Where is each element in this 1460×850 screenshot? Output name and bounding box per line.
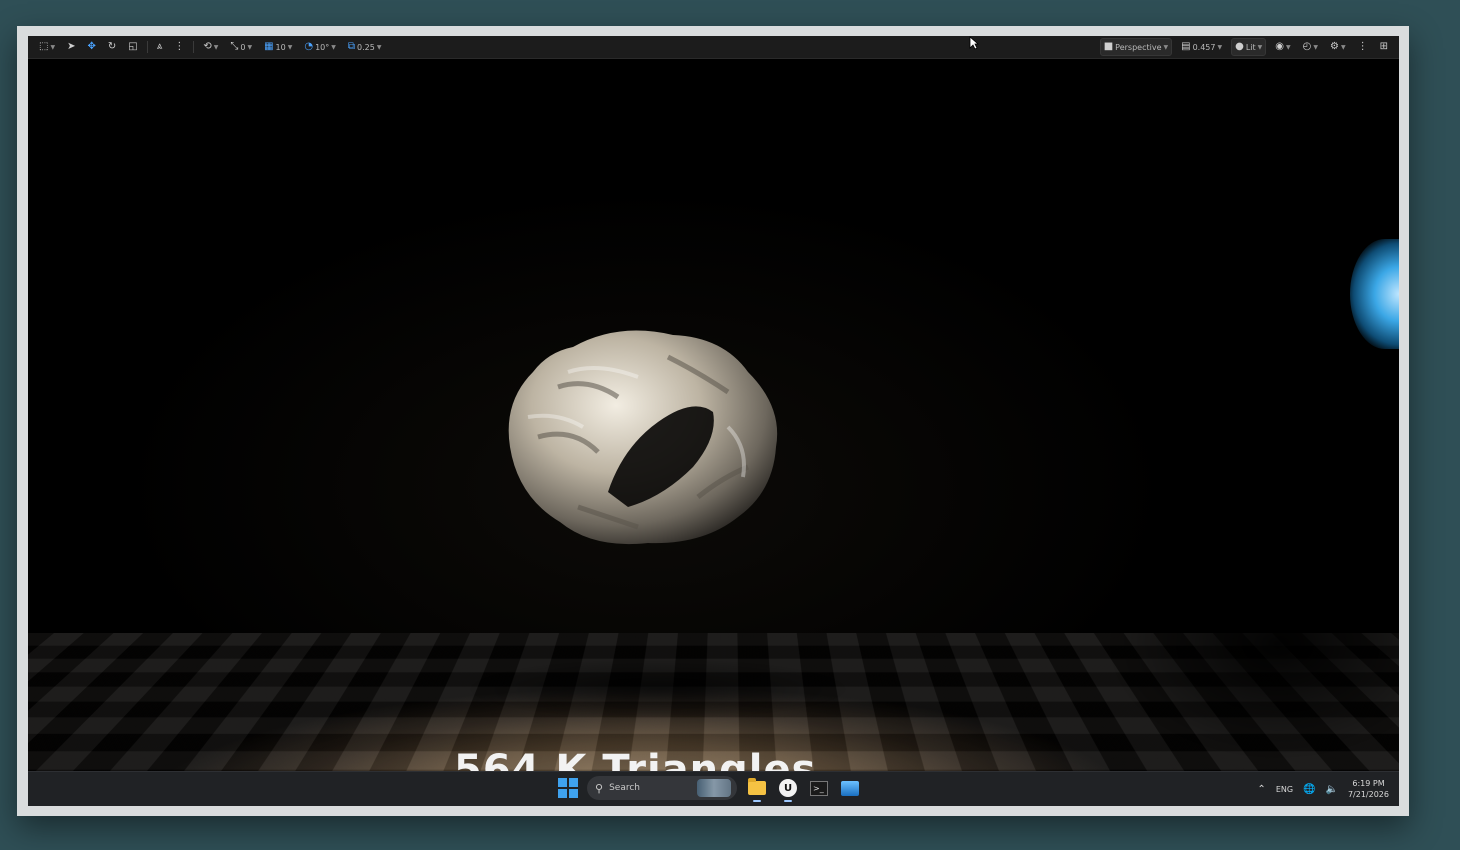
chevron-down-icon: ▼ xyxy=(50,44,55,51)
terminal-icon: >_ xyxy=(810,781,828,796)
search-highlight-image xyxy=(697,779,731,797)
scale-tool-button[interactable]: ◱ xyxy=(125,39,140,55)
cloth-torus-mesh xyxy=(498,317,788,552)
triangle-count-caption: 564 K Triangles xyxy=(454,747,816,772)
lighting-mode-dropdown[interactable]: ● Lit ▼ xyxy=(1231,38,1266,56)
photos-icon xyxy=(841,781,859,796)
rotate-snap-value: 10° xyxy=(315,43,329,52)
cursor-select-icon: ⬚ xyxy=(39,42,48,52)
file-explorer-app[interactable] xyxy=(746,777,768,799)
search-icon: ⚲ xyxy=(595,782,603,795)
layout-grid-icon: ⊞ xyxy=(1380,42,1388,52)
divider xyxy=(147,41,148,53)
clock-date: 7/21/2026 xyxy=(1348,789,1389,800)
chevron-down-icon: ▼ xyxy=(1313,44,1318,51)
snap-translate-button[interactable]: ⤡ 0 ▼ xyxy=(227,39,255,55)
chevron-up-icon[interactable]: ⌃ xyxy=(1257,784,1265,795)
search-placeholder: Search xyxy=(609,783,640,793)
kebab-menu-icon: ⋮ xyxy=(174,42,184,52)
folder-icon xyxy=(748,781,766,795)
scale-snap-icon: ⧉ xyxy=(348,42,355,52)
lit-sphere-icon: ● xyxy=(1235,42,1244,52)
offscreen-object-shadow xyxy=(1108,529,1399,759)
chevron-down-icon: ▼ xyxy=(1341,44,1346,51)
coordinate-system-button[interactable]: ⟲ ▼ xyxy=(200,39,221,55)
layout-button[interactable]: ⊞ xyxy=(1377,39,1391,55)
move-icon: ✥ xyxy=(87,42,95,52)
terminal-app[interactable]: >_ xyxy=(808,777,830,799)
3d-viewport[interactable]: 564 K Triangles xyxy=(28,59,1399,772)
settings-dropdown[interactable]: ⚙ ▼ xyxy=(1327,39,1349,55)
eye-icon: ◉ xyxy=(1275,42,1284,52)
camera-speed-icon: ▤ xyxy=(1181,42,1190,52)
mouse-cursor-icon xyxy=(969,36,979,50)
volume-icon[interactable]: 🔈 xyxy=(1326,784,1338,795)
camera-speed-value: 0.457 xyxy=(1193,43,1216,52)
object-shadow xyxy=(468,659,848,719)
presentation-frame: ⬚ ▼ ➤ ✥ ↻ ◱ ⩓ ⋮ ⟲ ▼ ⤡ 0 ▼ ▦ 10 ▼ ◔ 10° ▼… xyxy=(17,26,1409,816)
screen: ⬚ ▼ ➤ ✥ ↻ ◱ ⩓ ⋮ ⟲ ▼ ⤡ 0 ▼ ▦ 10 ▼ ◔ 10° ▼… xyxy=(28,36,1399,806)
snap-icon: ⤡ xyxy=(230,42,238,52)
divider xyxy=(193,41,194,53)
unreal-engine-icon: U xyxy=(779,779,797,797)
chevron-down-icon: ▼ xyxy=(288,44,293,51)
chevron-down-icon: ▼ xyxy=(1258,44,1263,51)
grid-snap-button[interactable]: ▦ 10 ▼ xyxy=(261,39,295,55)
performance-dropdown[interactable]: ◴ ▼ xyxy=(1300,39,1321,55)
rotate-snap-icon: ◔ xyxy=(304,42,313,52)
chevron-down-icon: ▼ xyxy=(1286,44,1291,51)
grid-size-value: 10 xyxy=(276,43,286,52)
chevron-down-icon: ▼ xyxy=(377,44,382,51)
grid-snap-icon: ▦ xyxy=(264,42,273,52)
snap-translate-value: 0 xyxy=(240,43,245,52)
gear-icon: ⚙ xyxy=(1330,42,1339,52)
chevron-down-icon: ▼ xyxy=(214,44,219,51)
taskbar-search[interactable]: ⚲ Search xyxy=(587,776,737,800)
more-options-button[interactable]: ⋮ xyxy=(171,39,187,55)
scale-icon: ◱ xyxy=(128,42,137,52)
unreal-engine-app[interactable]: U xyxy=(777,777,799,799)
chevron-down-icon: ▼ xyxy=(1164,44,1169,51)
surface-snap-icon: ⩓ xyxy=(157,42,163,52)
kebab-menu-icon: ⋮ xyxy=(1358,42,1368,52)
start-button[interactable] xyxy=(558,778,578,798)
rotate-snap-button[interactable]: ◔ 10° ▼ xyxy=(301,39,339,55)
chevron-down-icon: ▼ xyxy=(331,44,336,51)
clock[interactable]: 6:19 PM 7/21/2026 xyxy=(1348,778,1389,800)
chevron-down-icon: ▼ xyxy=(247,44,252,51)
blue-object xyxy=(1350,239,1399,349)
rotate-icon: ↻ xyxy=(108,42,116,52)
view-mode-dropdown[interactable]: ■ Perspective ▼ xyxy=(1100,38,1172,56)
photos-app[interactable] xyxy=(839,777,861,799)
scale-snap-button[interactable]: ⧉ 0.25 ▼ xyxy=(345,39,385,55)
clock-time: 6:19 PM xyxy=(1348,778,1389,789)
select-tool-button[interactable]: ➤ xyxy=(64,39,78,55)
camera-icon: ■ xyxy=(1104,42,1113,52)
world-rotate-icon: ⟲ xyxy=(203,42,211,52)
system-tray: ⌃ ENG 🌐 🔈 6:19 PM 7/21/2026 xyxy=(1257,772,1389,806)
scale-snap-value: 0.25 xyxy=(357,43,375,52)
view-mode-label: Perspective xyxy=(1115,43,1161,52)
show-flags-dropdown[interactable]: ◉ ▼ xyxy=(1272,39,1293,55)
arrow-pointer-icon: ➤ xyxy=(67,42,75,52)
chevron-down-icon: ▼ xyxy=(1217,44,1222,51)
viewport-options-button[interactable]: ⋮ xyxy=(1355,39,1371,55)
network-icon[interactable]: 🌐 xyxy=(1303,784,1315,795)
camera-speed-dropdown[interactable]: ▤ 0.457 ▼ xyxy=(1178,39,1225,55)
viewport-toolbar: ⬚ ▼ ➤ ✥ ↻ ◱ ⩓ ⋮ ⟲ ▼ ⤡ 0 ▼ ▦ 10 ▼ ◔ 10° ▼… xyxy=(28,36,1399,59)
lighting-mode-label: Lit xyxy=(1246,43,1256,52)
language-indicator[interactable]: ENG xyxy=(1276,785,1293,794)
select-mode-button[interactable]: ⬚ ▼ xyxy=(36,39,58,55)
surface-snap-button[interactable]: ⩓ xyxy=(154,39,166,55)
translate-tool-button[interactable]: ✥ xyxy=(84,39,98,55)
windows-taskbar: ⚲ Search U >_ ⌃ ENG 🌐 🔈 6:19 PM 7/21/202… xyxy=(28,771,1399,806)
gauge-icon: ◴ xyxy=(1303,42,1312,52)
rotate-tool-button[interactable]: ↻ xyxy=(105,39,119,55)
